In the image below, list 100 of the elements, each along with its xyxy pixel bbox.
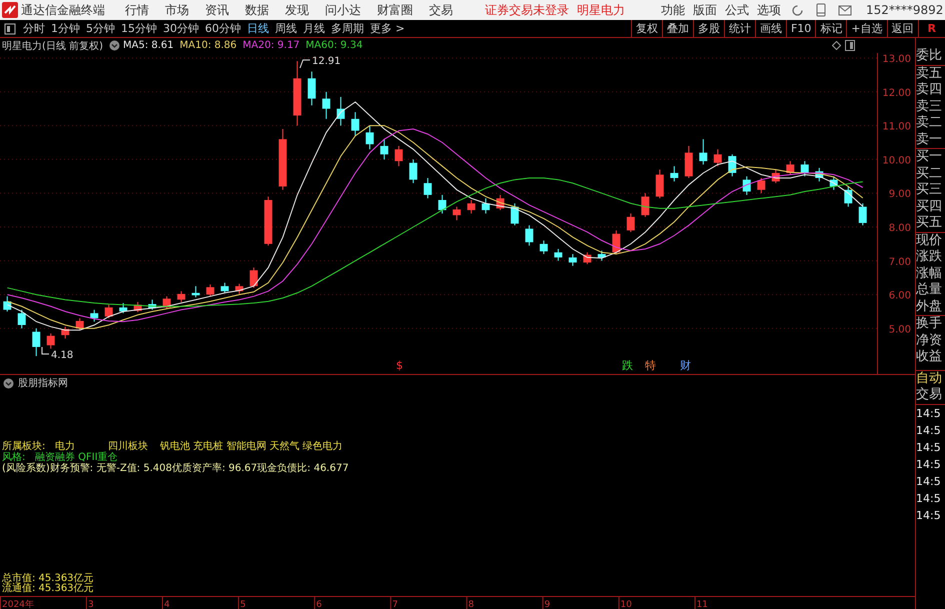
more-button[interactable]: 更多 >	[370, 21, 405, 36]
chart-title: 明星电力(日线 前复权)	[2, 40, 103, 52]
account-number[interactable]: 152****9892	[866, 3, 944, 17]
period-tab[interactable]: 15分钟	[121, 21, 157, 36]
toolbar-button[interactable]: 统计	[724, 20, 755, 37]
trade-label: 交易	[916, 387, 943, 404]
trade-time: 14:5	[916, 404, 945, 422]
quote-label: 现价	[916, 232, 945, 249]
candlestick	[366, 125, 374, 150]
indicator-title: 股朋指标网	[18, 376, 68, 390]
phone-icon[interactable]	[816, 3, 826, 17]
panel-icon[interactable]	[845, 40, 855, 51]
y-tick-label: 13.00	[882, 54, 911, 66]
candlestick	[351, 112, 360, 136]
y-tick-label: 9.00	[888, 189, 911, 200]
trade-time: 14:5	[916, 490, 942, 506]
candlestick	[90, 309, 98, 322]
float-market-cap: 流通值: 45.363亿元	[2, 584, 95, 594]
date-axis: 2024年 3 4 5 6 7 8 9 10 11	[0, 596, 915, 609]
toolbar-button[interactable]: F10	[786, 20, 816, 37]
dropdown-icon[interactable]	[3, 378, 14, 388]
toolbar-button[interactable]: 多股	[692, 20, 724, 37]
period-tab[interactable]: 周线	[275, 21, 297, 36]
toolbar-button[interactable]: R	[918, 20, 945, 37]
event-marker[interactable]: $	[396, 359, 403, 372]
period-tab[interactable]: 日线	[247, 21, 269, 36]
sector-value: 电力	[55, 441, 76, 452]
candlestick	[656, 169, 664, 199]
menu-item[interactable]: 问小达	[325, 2, 361, 18]
total-market-cap: 总市值: 45.363亿元	[2, 574, 95, 584]
leader-line	[42, 346, 50, 354]
quote-label: 收益	[916, 349, 943, 366]
menu-item[interactable]: 公式	[725, 2, 749, 18]
menu-item[interactable]: 资讯	[205, 2, 229, 18]
period-tab[interactable]: 5分钟	[86, 21, 115, 36]
menu-item[interactable]: 选项	[757, 2, 781, 18]
menu-item[interactable]: 功能	[661, 2, 685, 18]
candlestick	[858, 202, 867, 226]
quote-label: 净资	[916, 332, 943, 349]
candlestick	[220, 282, 229, 294]
candlestick	[46, 332, 55, 350]
period-tab[interactable]: 30分钟	[163, 21, 199, 36]
quote-label: 买四	[916, 198, 943, 215]
logo-icon	[2, 2, 18, 18]
menu-item[interactable]: 交易	[429, 2, 453, 18]
y-tick-label: 7.00	[888, 256, 911, 268]
menu-item[interactable]: 版面	[693, 2, 717, 18]
event-marker[interactable]: 跌	[622, 359, 633, 372]
login-notice[interactable]: 证券交易未登录	[485, 2, 569, 18]
quote-label: 卖五	[916, 64, 945, 82]
period-tab[interactable]: 60分钟	[205, 21, 241, 36]
candlestick	[626, 213, 635, 233]
menu-item[interactable]: 财富圈	[377, 2, 413, 18]
quote-label: 卖二	[916, 115, 943, 132]
trade-time: 14:5	[916, 456, 942, 472]
event-marker[interactable]: 特	[645, 359, 656, 372]
toolbar-button[interactable]: 画线	[754, 20, 786, 37]
toolbar-button[interactable]: 叠加	[662, 20, 693, 37]
candlestick	[540, 240, 548, 255]
mail-icon[interactable]	[838, 4, 852, 16]
region-value: 四川板块	[108, 441, 149, 452]
sidebar-toggle-icon[interactable]	[4, 22, 16, 34]
period-tab[interactable]: 分时	[23, 21, 45, 36]
menu-item[interactable]: 发现	[285, 2, 309, 18]
candlestick	[554, 248, 562, 262]
menu-item[interactable]: 市场	[165, 2, 189, 18]
diamond-icon[interactable]	[832, 41, 841, 50]
menu-item[interactable]: 数据	[245, 2, 269, 18]
candlestick	[568, 254, 577, 266]
low-price-label: 4.18	[51, 350, 74, 361]
candlestick	[394, 145, 403, 167]
trade-time: 14:5	[916, 422, 942, 438]
candlestick	[177, 290, 186, 303]
menu-item[interactable]: 行情	[125, 2, 149, 18]
ma-legend: MA60: 9.34	[306, 40, 363, 51]
candlestick	[670, 166, 678, 182]
toolbar-button[interactable]: 返回	[886, 20, 918, 37]
period-tab[interactable]: 多周期	[331, 21, 364, 36]
stock-name-link[interactable]: 明星电力	[577, 2, 625, 18]
period-tab[interactable]: 1分钟	[51, 21, 80, 36]
quote-label: 卖一	[916, 132, 943, 148]
refresh-icon[interactable]	[791, 4, 804, 16]
trade-time: 14:5	[916, 440, 942, 456]
quote-label: 委比	[916, 48, 943, 64]
quote-label: 卖四	[916, 82, 943, 98]
auto-trade-label[interactable]: 自动	[916, 370, 945, 387]
event-marker[interactable]: 财	[680, 359, 691, 372]
dropdown-icon[interactable]	[108, 40, 120, 51]
toolbar-button[interactable]: 复权	[630, 20, 662, 37]
candlestick	[32, 328, 40, 357]
candlestick	[757, 178, 766, 194]
candlestick	[206, 284, 214, 297]
quote-label: 买一	[916, 148, 945, 166]
candlestick	[380, 138, 388, 160]
period-tab[interactable]: 月线	[303, 21, 325, 36]
toolbar-button[interactable]: +自选	[846, 20, 887, 37]
toolbar-button[interactable]: 标记	[815, 20, 846, 37]
quote-label: 总量	[916, 282, 943, 298]
quote-label: 卖三	[916, 98, 943, 115]
trade-time: 14:5	[916, 474, 942, 490]
